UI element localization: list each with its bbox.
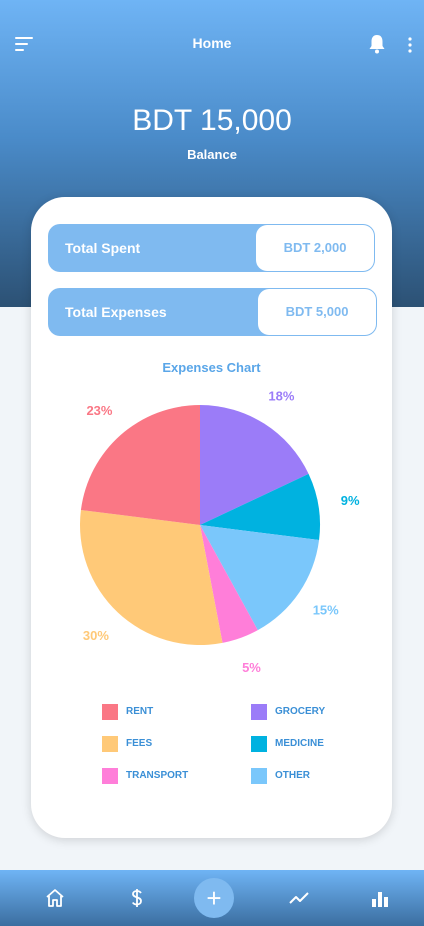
- pie-slice-rent: [80, 405, 200, 525]
- pie-label-medicine: 9%: [341, 493, 360, 508]
- nav-home-button[interactable]: [35, 870, 75, 926]
- summary-card: Total Spent BDT 2,000 Total Expenses BDT…: [31, 197, 392, 838]
- expenses-pie-chart: 18% 9% 15% 5% 30% 23%: [79, 389, 360, 675]
- legend-label: OTHER: [275, 770, 310, 781]
- legend-swatch: [102, 736, 118, 752]
- legend-swatch: [102, 704, 118, 720]
- pie-label-transport: 5%: [242, 660, 261, 675]
- nav-money-button[interactable]: [117, 870, 157, 926]
- add-icon: +: [206, 883, 222, 913]
- nav-trend-button[interactable]: [279, 870, 319, 926]
- home-icon: [46, 889, 64, 907]
- legend-swatch: [251, 704, 267, 720]
- trend-icon: [289, 892, 309, 904]
- legend-label: FEES: [126, 738, 153, 749]
- legend-label: TRANSPORT: [126, 770, 189, 781]
- legend-swatch: [102, 768, 118, 784]
- pie-label-rent: 23%: [86, 403, 112, 418]
- legend-swatch: [251, 768, 267, 784]
- bell-icon[interactable]: [368, 34, 386, 54]
- bar-chart-icon: [372, 892, 388, 907]
- bottom-nav-bar: +: [0, 870, 424, 926]
- legend-swatch: [251, 736, 267, 752]
- pie-label-fees: 30%: [83, 628, 109, 643]
- pie-label-other: 15%: [313, 602, 339, 617]
- legend-label: MEDICINE: [275, 738, 324, 749]
- balance-label: Balance: [187, 147, 237, 162]
- legend-label: RENT: [126, 706, 154, 717]
- balance-amount: BDT 15,000: [132, 104, 292, 137]
- legend-label: GROCERY: [275, 706, 326, 717]
- more-vertical-icon[interactable]: [402, 36, 418, 54]
- top-app-bar: Home: [0, 26, 424, 62]
- page-title: Home: [192, 35, 232, 51]
- pie-label-grocery: 18%: [268, 389, 294, 404]
- add-expense-button[interactable]: +: [194, 878, 234, 918]
- dollar-icon: [132, 889, 142, 907]
- nav-stats-button[interactable]: [360, 870, 400, 926]
